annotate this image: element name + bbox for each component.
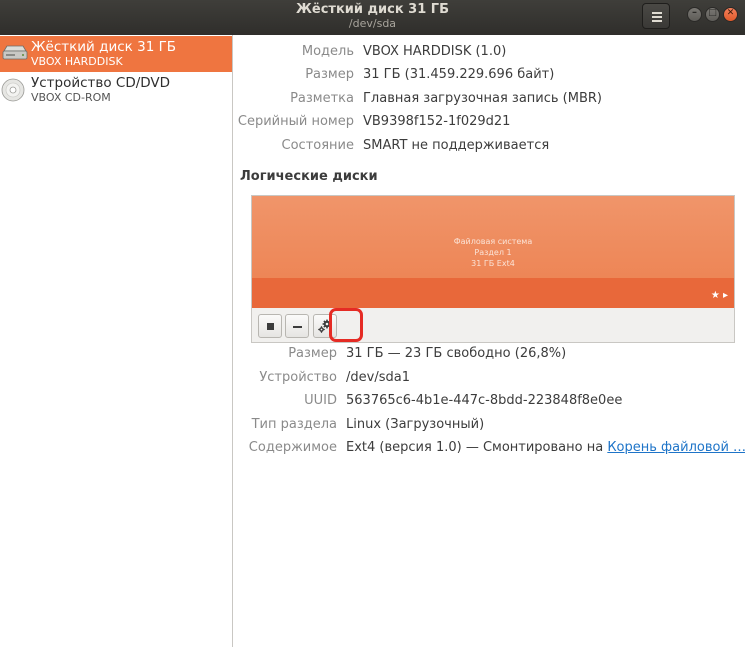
partition-label: Файловая система Раздел 1 31 ГБ Ext4 [252, 236, 734, 269]
unmount-button[interactable] [258, 314, 282, 338]
drive-item-cd-dvd[interactable]: Устройство CD/DVD VBOX CD-ROM [0, 72, 232, 108]
field-value: 563765c6-4b1e-447c-8bdd-223848f8e0ee [346, 393, 623, 408]
close-button[interactable] [723, 7, 738, 22]
minimize-button[interactable] [687, 7, 702, 22]
field-value: VB9398f152-1f029d21 [363, 114, 511, 129]
field-label: Размер [305, 67, 354, 82]
field-value: 31 ГБ — 23 ГБ свободно (26,8%) [346, 346, 567, 361]
field-label: Размер [288, 346, 337, 361]
app-menu-button[interactable] [642, 3, 670, 29]
field-label: Тип раздела [251, 417, 337, 432]
field-label: Разметка [290, 91, 354, 106]
volume-map: Файловая система Раздел 1 31 ГБ Ext4 ★ ▸ [251, 195, 735, 343]
field-value: Linux (Загрузочный) [346, 417, 485, 432]
menu-icon [652, 12, 662, 14]
drive-name: Устройство CD/DVD [31, 75, 171, 91]
field-label: UUID [304, 393, 337, 408]
mount-point-link[interactable]: Корень файловой … [607, 440, 745, 455]
disk-details-panel: Модель VBOX HARDDISK (1.0) Размер 31 ГБ … [234, 35, 745, 647]
window-title: Жёсткий диск 31 ГБ [295, 2, 449, 17]
field-label: Состояние [281, 138, 354, 153]
delete-partition-button[interactable] [285, 314, 309, 338]
field-label: Устройство [259, 370, 337, 385]
field-value: /dev/sda1 [346, 370, 410, 385]
partition-label-filesystem: Файловая система [453, 237, 533, 246]
drive-item-hard-disk[interactable]: Жёсткий диск 31 ГБ VBOX HARDDISK [0, 36, 232, 72]
field-label: Модель [301, 44, 354, 59]
partition-block[interactable]: Файловая система Раздел 1 31 ГБ Ext4 ★ ▸ [252, 196, 734, 308]
field-label: Серийный номер [237, 114, 354, 129]
title-bar: Жёсткий диск 31 ГБ /dev/sda [0, 0, 745, 35]
drive-model: VBOX CD-ROM [31, 91, 111, 104]
highlight-annotation [329, 308, 363, 342]
partition-label-size: 31 ГБ Ext4 [471, 259, 515, 268]
field-value: 31 ГБ (31.459.229.696 байт) [363, 67, 555, 82]
field-value: VBOX HARDDISK (1.0) [363, 44, 507, 59]
menu-icon-line [652, 20, 662, 22]
field-value: SMART не поддерживается [363, 138, 550, 153]
volumes-heading: Логические диски [240, 169, 378, 184]
drive-name: Жёсткий диск 31 ГБ [31, 39, 177, 55]
drive-list: Жёсткий диск 31 ГБ VBOX HARDDISK Устройс… [0, 35, 233, 647]
stop-icon [267, 323, 274, 330]
drive-model: VBOX HARDDISK [31, 55, 123, 68]
hard-disk-icon [2, 45, 28, 60]
field-value: Главная загрузочная запись (MBR) [363, 91, 602, 106]
partition-selection-bar [252, 278, 734, 308]
optical-disc-icon [1, 78, 25, 102]
minus-icon [293, 326, 302, 328]
field-label: Содержимое [248, 440, 337, 455]
field-value: Ext4 (версия 1.0) — Смонтировано на Коре… [346, 440, 745, 455]
partition-label-number: Раздел 1 [474, 248, 512, 257]
partition-flags-icon: ★ ▸ [710, 290, 728, 301]
maximize-button[interactable] [705, 7, 720, 22]
window-subtitle: /dev/sda [348, 17, 397, 30]
menu-icon-line [652, 16, 662, 18]
contents-text: Ext4 (версия 1.0) — Смонтировано на [346, 440, 608, 455]
